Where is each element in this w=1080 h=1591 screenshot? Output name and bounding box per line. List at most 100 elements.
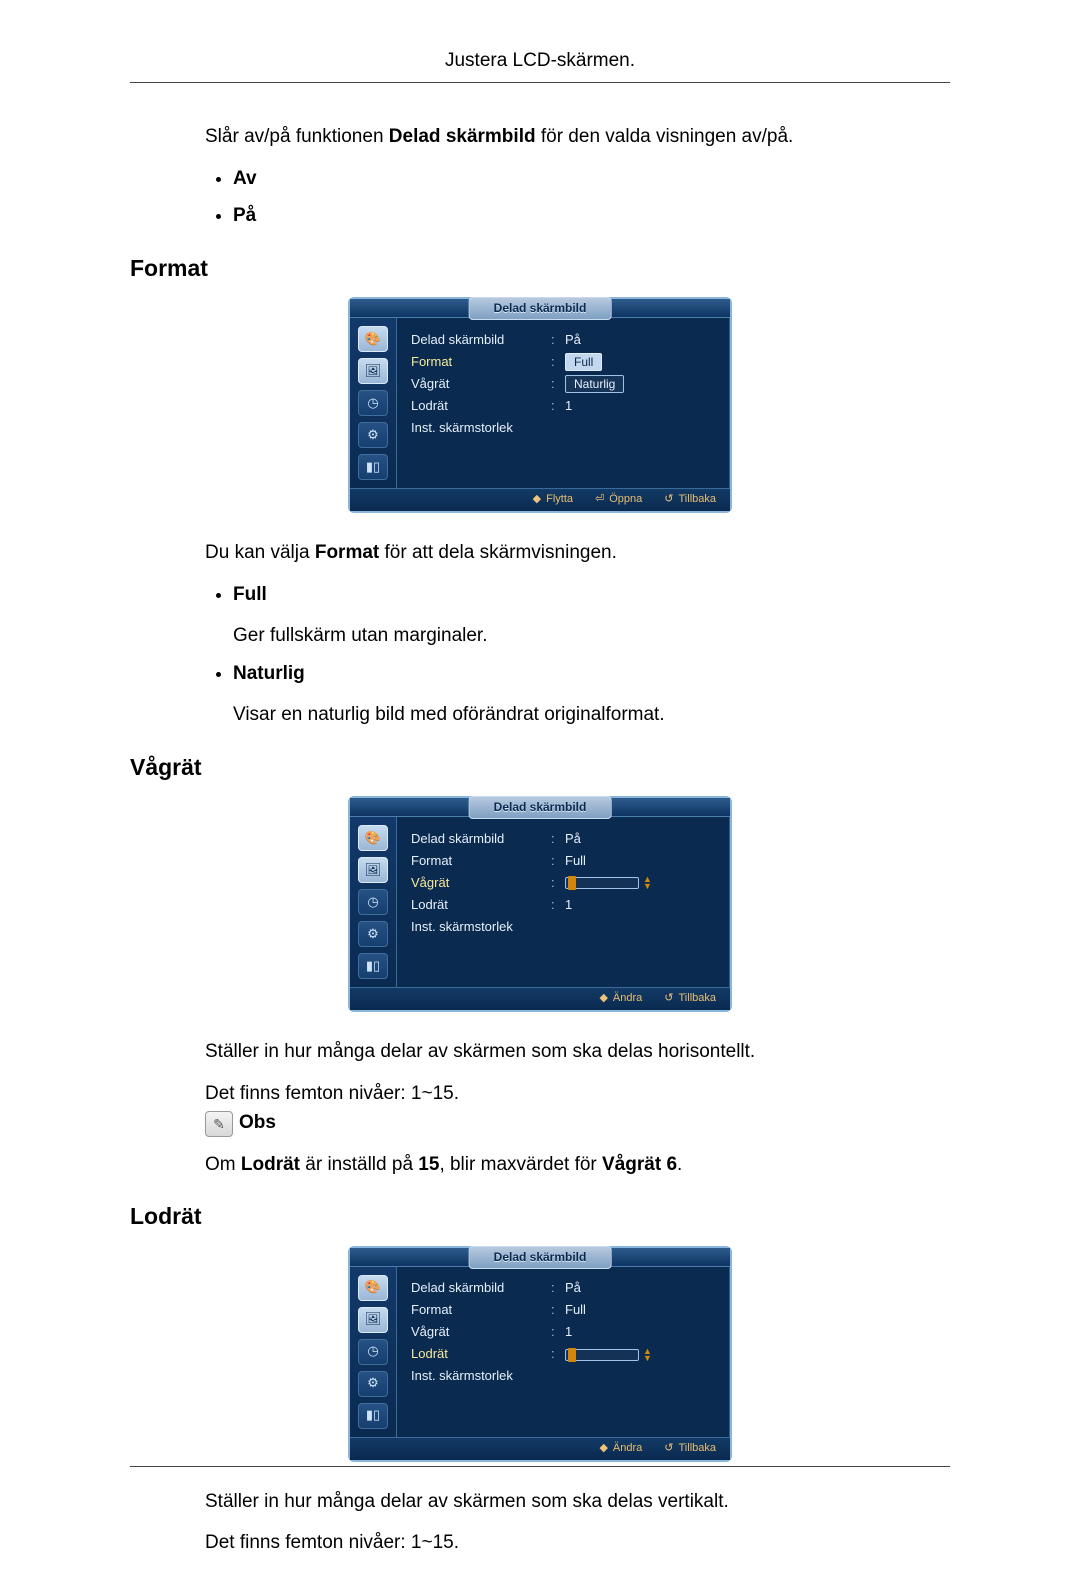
osd-row[interactable]: Vågrät : ▲▼ — [411, 873, 716, 893]
picture-icon[interactable]: 🖼 — [358, 358, 388, 384]
palette-icon[interactable]: 🎨 — [358, 1275, 388, 1301]
osd-row[interactable]: Format : Full — [411, 851, 716, 871]
osd-action-move: ◆Flytta — [533, 492, 573, 508]
diamond-icon: ◆ — [599, 1441, 607, 1457]
osd-footer: ◆Ändra ↺Tillbaka — [350, 987, 730, 1010]
osd-label: Inst. skärmstorlek — [411, 918, 551, 937]
vagrat-levels: Det finns femton nivåer: 1~15. — [205, 1080, 950, 1108]
osd-value: Full — [565, 852, 586, 871]
osd-row[interactable]: Delad skärmbild : På — [411, 1279, 716, 1299]
osd-row[interactable]: Lodrät : 1 — [411, 895, 716, 915]
osd-label: Format — [411, 353, 551, 372]
osd-row[interactable]: Vågrät : 1 — [411, 1323, 716, 1343]
enter-icon: ⏎ — [595, 492, 604, 508]
osd-row[interactable]: Lodrät : 1 — [411, 396, 716, 416]
lodrat-levels: Det finns femton nivåer: 1~15. — [205, 1529, 950, 1557]
osd-value: 1 — [565, 1323, 572, 1342]
osd-label: Vågrät — [411, 874, 551, 893]
osd-title: Delad skärmbild — [469, 796, 612, 819]
chart-icon[interactable]: ▮▯ — [358, 953, 388, 979]
bullet-av: Av — [233, 165, 950, 193]
clock-icon[interactable]: ◷ — [358, 1339, 388, 1365]
osd-action-open: ⏎Öppna — [595, 492, 642, 508]
arrow-down-icon: ▼ — [643, 1355, 652, 1362]
palette-icon[interactable]: 🎨 — [358, 326, 388, 352]
note-icon: ✎ — [205, 1111, 233, 1137]
osd-option-full[interactable]: Full — [565, 353, 602, 371]
footer-rule — [130, 1466, 950, 1467]
intro-bullets: Av På — [205, 165, 950, 230]
osd-footer: ◆Flytta ⏎Öppna ↺Tillbaka — [350, 488, 730, 511]
section-heading-vagrat: Vågrät — [130, 751, 950, 784]
osd-row[interactable]: Format : Full — [411, 1301, 716, 1321]
palette-icon[interactable]: 🎨 — [358, 825, 388, 851]
clock-icon[interactable]: ◷ — [358, 390, 388, 416]
osd-action-change: ◆Ändra — [599, 991, 642, 1007]
osd-value: På — [565, 331, 581, 350]
osd-row[interactable]: Delad skärmbild : På — [411, 330, 716, 350]
section-heading-lodrat: Lodrät — [130, 1200, 950, 1233]
intro-post: för den valda visningen av/på. — [536, 126, 794, 147]
osd-menu-lodrat: Delad skärmbild 🎨 🖼 ◷ ⚙ ▮▯ Delad skärmbi… — [348, 1246, 732, 1462]
osd-label: Format — [411, 1301, 551, 1320]
picture-icon[interactable]: 🖼 — [358, 1307, 388, 1333]
bullet-pa: På — [233, 202, 950, 230]
osd-row[interactable]: Format : Full — [411, 352, 716, 372]
osd-action-back: ↺Tillbaka — [664, 1441, 716, 1457]
osd-option-naturlig[interactable]: Naturlig — [565, 375, 624, 393]
osd-title: Delad skärmbild — [469, 297, 612, 320]
lodrat-desc: Ställer in hur många delar av skärmen so… — [205, 1488, 950, 1516]
clock-icon[interactable]: ◷ — [358, 889, 388, 915]
osd-row[interactable]: Delad skärmbild : På — [411, 829, 716, 849]
vagrat-note: Om Lodrät är inställd på 15, blir maxvär… — [205, 1151, 950, 1179]
osd-label: Inst. skärmstorlek — [411, 419, 551, 438]
diamond-icon: ◆ — [599, 991, 607, 1007]
osd-row[interactable]: Inst. skärmstorlek — [411, 418, 716, 438]
osd-icon-strip: 🎨 🖼 ◷ ⚙ ▮▯ — [350, 817, 397, 987]
picture-icon[interactable]: 🖼 — [358, 857, 388, 883]
osd-label: Vågrät — [411, 1323, 551, 1342]
note-label: Obs — [239, 1109, 276, 1137]
osd-footer: ◆Ändra ↺Tillbaka — [350, 1437, 730, 1460]
chart-icon[interactable]: ▮▯ — [358, 1403, 388, 1429]
arrow-down-icon: ▼ — [643, 883, 652, 890]
page-header: Justera LCD-skärmen. — [130, 50, 950, 82]
intro-text: Slår av/på funktionen Delad skärmbild fö… — [205, 123, 950, 151]
back-icon: ↺ — [664, 991, 673, 1007]
diamond-icon: ◆ — [533, 492, 541, 508]
osd-label: Lodrät — [411, 397, 551, 416]
osd-label: Vågrät — [411, 375, 551, 394]
osd-slider[interactable]: ▲▼ — [565, 1348, 652, 1362]
osd-label: Format — [411, 852, 551, 871]
osd-row[interactable]: Lodrät : ▲▼ — [411, 1345, 716, 1365]
intro-bold: Delad skärmbild — [389, 126, 536, 147]
format-options: Full Ger fullskärm utan marginaler. Natu… — [205, 581, 950, 729]
osd-title: Delad skärmbild — [469, 1246, 612, 1269]
osd-row[interactable]: Vågrät : Naturlig — [411, 374, 716, 394]
osd-menu-format: Delad skärmbild 🎨 🖼 ◷ ⚙ ▮▯ Delad skärmbi… — [348, 297, 732, 513]
format-desc: Du kan välja Format för att dela skärmvi… — [205, 539, 950, 567]
back-icon: ↺ — [664, 1441, 673, 1457]
osd-action-back: ↺Tillbaka — [664, 991, 716, 1007]
osd-row[interactable]: Inst. skärmstorlek — [411, 917, 716, 937]
osd-action-back: ↺Tillbaka — [664, 492, 716, 508]
note-row: ✎ Obs — [205, 1109, 950, 1137]
gear-icon[interactable]: ⚙ — [358, 921, 388, 947]
osd-icon-strip: 🎨 🖼 ◷ ⚙ ▮▯ — [350, 318, 397, 488]
option-full: Full Ger fullskärm utan marginaler. — [233, 581, 950, 650]
osd-label: Delad skärmbild — [411, 331, 551, 350]
osd-value: På — [565, 1279, 581, 1298]
osd-label: Delad skärmbild — [411, 830, 551, 849]
gear-icon[interactable]: ⚙ — [358, 422, 388, 448]
chart-icon[interactable]: ▮▯ — [358, 454, 388, 480]
vagrat-desc: Ställer in hur många delar av skärmen so… — [205, 1038, 950, 1066]
osd-menu-vagrat: Delad skärmbild 🎨 🖼 ◷ ⚙ ▮▯ Delad skärmbi… — [348, 796, 732, 1012]
osd-label: Inst. skärmstorlek — [411, 1367, 551, 1386]
osd-value: 1 — [565, 397, 572, 416]
intro-pre: Slår av/på funktionen — [205, 126, 389, 147]
gear-icon[interactable]: ⚙ — [358, 1371, 388, 1397]
osd-value: 1 — [565, 896, 572, 915]
osd-slider[interactable]: ▲▼ — [565, 876, 652, 890]
osd-label: Delad skärmbild — [411, 1279, 551, 1298]
osd-row[interactable]: Inst. skärmstorlek — [411, 1367, 716, 1387]
